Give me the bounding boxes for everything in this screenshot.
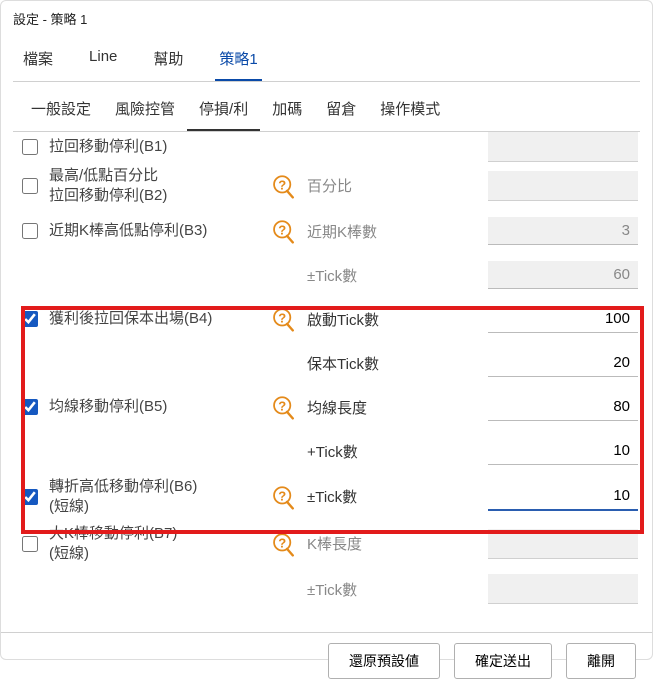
svg-text:?: ? — [278, 222, 286, 237]
help-icon[interactable]: ? — [270, 531, 296, 557]
restore-defaults-button[interactable]: 還原預設値 — [328, 643, 440, 679]
input-b5-tick[interactable] — [488, 437, 638, 465]
param-label-b3: 近期K棒數 — [307, 221, 427, 242]
param-label-b7: K棒長度 — [307, 533, 427, 554]
subtab-general[interactable]: 一般設定 — [19, 92, 103, 131]
input-b5-length[interactable] — [488, 393, 638, 421]
subtab-mode[interactable]: 操作模式 — [368, 92, 452, 131]
label-b2: 最高/低點百分比 拉回移動停利(B2) — [49, 162, 259, 209]
param-label-b2: 百分比 — [307, 175, 427, 196]
input-b2-disabled — [488, 171, 638, 201]
help-icon[interactable]: ? — [270, 218, 296, 244]
svg-text:?: ? — [278, 310, 286, 325]
help-icon[interactable]: ? — [270, 484, 296, 510]
checkbox-b7[interactable] — [22, 536, 38, 552]
menu-file[interactable]: 檔案 — [19, 42, 57, 81]
input-b7-disabled — [488, 529, 638, 559]
input-b4-breakeven[interactable] — [488, 349, 638, 377]
svg-text:?: ? — [278, 488, 286, 503]
input-b6-tick[interactable] — [488, 482, 638, 511]
label-b6: 轉折高低移動停利(B6) (短線) — [49, 473, 259, 520]
close-button[interactable]: 離開 — [566, 643, 636, 679]
label-b3: 近期K棒高低點停利(B3) — [49, 217, 259, 245]
param-label-b5: 均線長度 — [307, 397, 427, 418]
menu-bar: 檔案 Line 幫助 策略1 — [1, 36, 652, 81]
sub-tab-bar: 一般設定 風險控管 停損/利 加碼 留倉 操作模式 — [1, 82, 652, 131]
checkbox-b4[interactable] — [22, 311, 38, 327]
checkbox-b3[interactable] — [22, 223, 38, 239]
subtab-addposition[interactable]: 加碼 — [260, 92, 314, 131]
checkbox-b6[interactable] — [22, 489, 38, 505]
param-label-b6: ±Tick數 — [307, 486, 427, 507]
param-label-b3-extra: ±Tick數 — [307, 265, 427, 286]
help-icon[interactable]: ? — [270, 173, 296, 199]
input-b3-kbar[interactable] — [488, 217, 638, 245]
input-b3-tick[interactable] — [488, 261, 638, 289]
menu-help[interactable]: 幫助 — [149, 42, 187, 81]
param-label-b4-extra: 保本Tick數 — [307, 353, 427, 374]
label-b7: 大K棒移動停利(B7) (短線) — [49, 520, 259, 567]
checkbox-b1[interactable] — [22, 139, 38, 155]
menu-strategy1[interactable]: 策略1 — [215, 42, 261, 81]
subtab-risk[interactable]: 風險控管 — [103, 92, 187, 131]
confirm-button[interactable]: 確定送出 — [454, 643, 552, 679]
subtab-stoploss[interactable]: 停損/利 — [187, 92, 260, 131]
content-area: 拉回移動停利(B1) 最高/低點百分比 拉回移動停利(B2) ? 百分比 近期K… — [1, 132, 652, 632]
footer-bar: 還原預設値 確定送出 離開 — [1, 632, 652, 689]
input-b1-disabled — [488, 132, 638, 162]
param-label-b7-extra: ±Tick數 — [307, 579, 427, 600]
svg-text:?: ? — [278, 535, 286, 550]
label-b5: 均線移動停利(B5) — [49, 393, 259, 421]
label-b4: 獲利後拉回保本出場(B4) — [49, 305, 259, 333]
checkbox-b5[interactable] — [22, 399, 38, 415]
input-b7-tick-disabled — [488, 574, 638, 604]
svg-text:?: ? — [278, 398, 286, 413]
checkbox-b2[interactable] — [22, 178, 38, 194]
menu-line[interactable]: Line — [85, 42, 121, 81]
svg-text:?: ? — [278, 177, 286, 192]
input-b4-start[interactable] — [488, 305, 638, 333]
label-b1: 拉回移動停利(B1) — [49, 133, 259, 161]
help-icon[interactable]: ? — [270, 306, 296, 332]
window-title: 設定 - 策略 1 — [1, 1, 652, 36]
subtab-hold[interactable]: 留倉 — [314, 92, 368, 131]
param-label-b4: 啟動Tick數 — [307, 309, 427, 330]
param-label-b5-extra: +Tick數 — [307, 441, 427, 462]
help-icon[interactable]: ? — [270, 394, 296, 420]
